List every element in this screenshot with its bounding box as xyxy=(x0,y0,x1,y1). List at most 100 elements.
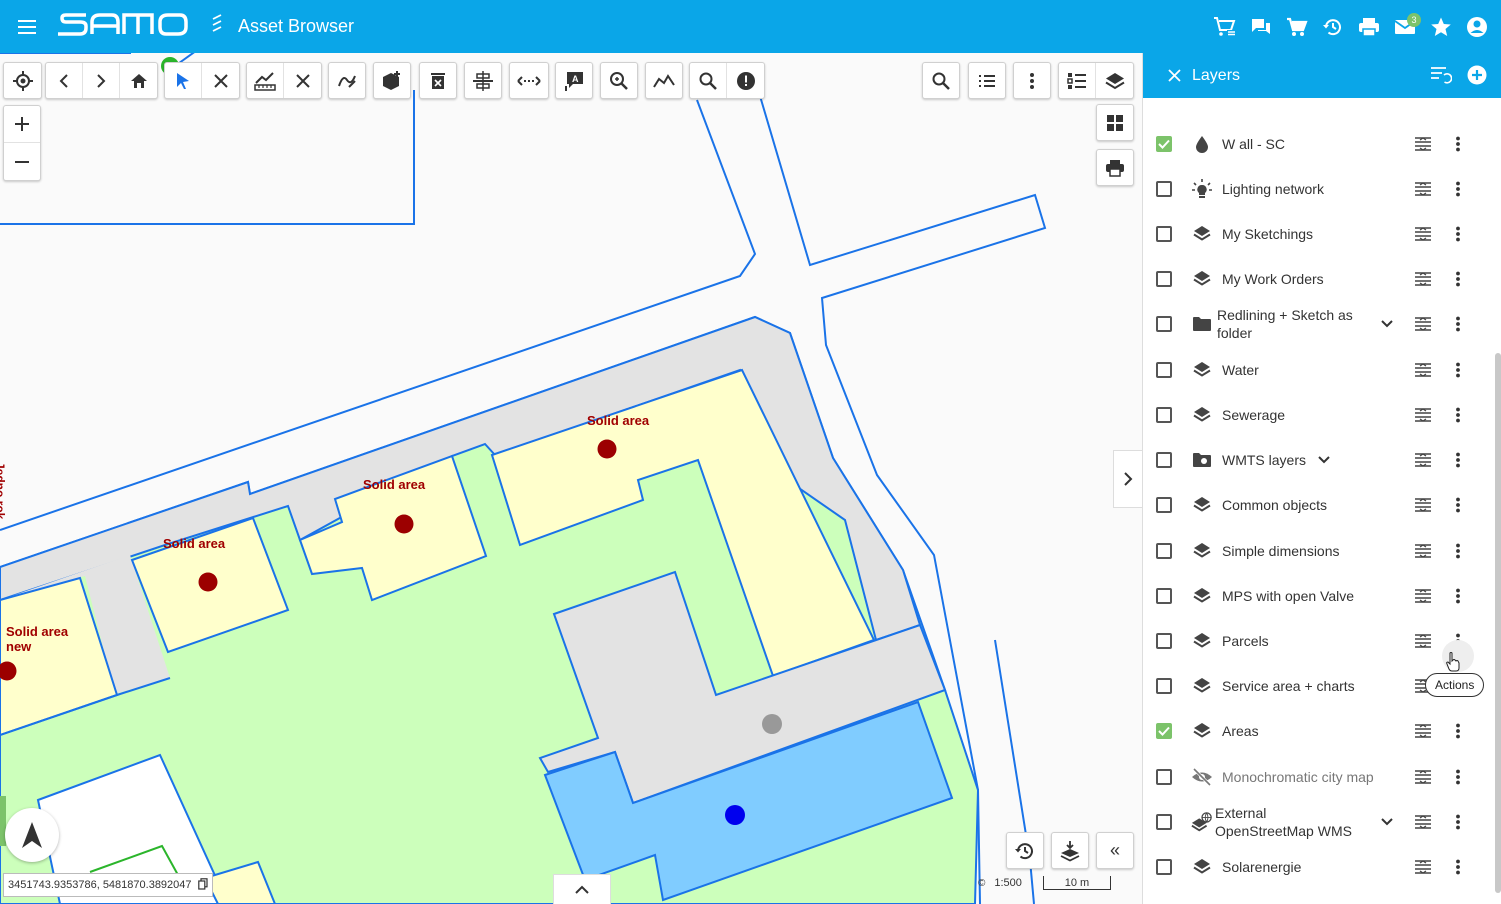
layer-row[interactable]: Lighting network xyxy=(1143,166,1495,211)
print-icon[interactable] xyxy=(1351,9,1387,45)
expand-panel-arrow[interactable] xyxy=(1113,450,1142,508)
layer-row[interactable]: WFS folder xyxy=(1143,889,1495,904)
layer-row[interactable]: My Work Orders xyxy=(1143,256,1495,301)
home-icon[interactable] xyxy=(120,63,157,98)
label-icon[interactable]: A xyxy=(555,62,593,99)
layer-row[interactable]: Sewerage xyxy=(1143,392,1495,437)
layer-row[interactable]: Redlining + Sketch as folder xyxy=(1143,301,1495,346)
opacity-slider-icon[interactable] xyxy=(1413,134,1433,154)
chevron-down-icon[interactable] xyxy=(1316,452,1332,468)
layer-visibility-checkbox[interactable] xyxy=(1156,496,1172,513)
layer-row[interactable]: Simple dimensions xyxy=(1143,528,1495,573)
layer-actions-icon[interactable] xyxy=(1448,179,1468,199)
layer-actions-icon[interactable] xyxy=(1448,224,1468,244)
opacity-slider-icon[interactable] xyxy=(1413,360,1433,380)
layer-row[interactable]: WMTS layers xyxy=(1143,437,1495,482)
zoom-in-icon[interactable] xyxy=(4,106,40,143)
dashboard-icon[interactable] xyxy=(1096,104,1134,141)
layer-actions-icon[interactable] xyxy=(1448,450,1468,470)
layer-actions-icon[interactable] xyxy=(1448,541,1468,561)
list-icon[interactable] xyxy=(968,62,1006,99)
zoom-out-icon[interactable] xyxy=(4,143,40,180)
layer-actions-icon[interactable] xyxy=(1448,586,1468,606)
opacity-slider-icon[interactable] xyxy=(1413,450,1433,470)
mail-icon[interactable]: 3 xyxy=(1387,9,1423,45)
compass-icon[interactable] xyxy=(5,808,59,862)
layer-visibility-checkbox[interactable] xyxy=(1156,813,1172,830)
delete-icon[interactable] xyxy=(419,62,457,99)
opacity-slider-icon[interactable] xyxy=(1413,812,1433,832)
history-icon[interactable] xyxy=(1315,9,1351,45)
cart-list-icon[interactable] xyxy=(1207,9,1243,45)
layer-row[interactable]: Monochromatic city map xyxy=(1143,754,1495,799)
back-icon[interactable] xyxy=(46,63,83,98)
add-object-icon[interactable] xyxy=(373,62,411,99)
opacity-slider-icon[interactable] xyxy=(1413,314,1433,334)
opacity-slider-icon[interactable] xyxy=(1413,541,1433,561)
clear-measure-icon[interactable] xyxy=(284,63,321,98)
forward-icon[interactable] xyxy=(83,63,120,98)
layer-actions-icon[interactable] xyxy=(1448,405,1468,425)
layer-row[interactable]: W all - SC xyxy=(1143,121,1495,166)
measure-icon[interactable] xyxy=(247,63,284,98)
layer-actions-icon[interactable] xyxy=(1448,134,1468,154)
opacity-slider-icon[interactable] xyxy=(1413,224,1433,244)
info-alert-icon[interactable] xyxy=(727,63,764,98)
chat-icon[interactable] xyxy=(1243,9,1279,45)
add-layer-icon[interactable] xyxy=(1467,65,1487,90)
layer-visibility-checkbox[interactable] xyxy=(1156,677,1172,694)
layer-actions-icon[interactable] xyxy=(1448,360,1468,380)
sketch-icon[interactable] xyxy=(328,62,366,99)
layer-row[interactable]: Water xyxy=(1143,347,1495,392)
map-history-icon[interactable] xyxy=(1006,832,1044,869)
map-canvas[interactable]: Jedno rok Solid area Solid area Solid ar… xyxy=(0,53,1142,904)
layer-stack-icon[interactable] xyxy=(1051,832,1089,869)
select-arrow-icon[interactable] xyxy=(165,63,202,98)
collapse-icon[interactable]: « xyxy=(1096,832,1134,869)
opacity-slider-icon[interactable] xyxy=(1413,179,1433,199)
opacity-slider-icon[interactable] xyxy=(1413,631,1433,651)
layers-toggle-icon[interactable] xyxy=(1096,63,1133,98)
bottom-drawer-toggle[interactable] xyxy=(553,874,611,904)
attribution-icon[interactable]: © xyxy=(978,878,985,889)
account-icon[interactable] xyxy=(1459,9,1495,45)
layer-actions-icon[interactable] xyxy=(1448,721,1468,741)
profile-icon[interactable] xyxy=(645,62,683,99)
map-print-icon[interactable] xyxy=(1096,149,1134,186)
opacity-slider-icon[interactable] xyxy=(1413,767,1433,787)
layer-visibility-checkbox[interactable] xyxy=(1156,722,1172,739)
layer-visibility-checkbox[interactable] xyxy=(1156,135,1172,152)
layer-actions-icon[interactable] xyxy=(1448,269,1468,289)
layer-actions-icon[interactable] xyxy=(1448,812,1468,832)
search-icon[interactable] xyxy=(690,63,727,98)
opacity-slider-icon[interactable] xyxy=(1413,495,1433,515)
star-icon[interactable] xyxy=(1423,9,1459,45)
legend-icon[interactable] xyxy=(1059,63,1096,98)
chevron-down-icon[interactable] xyxy=(1379,316,1395,332)
layer-row[interactable]: Areas xyxy=(1143,708,1495,753)
layer-visibility-checkbox[interactable] xyxy=(1156,361,1172,378)
cart-icon[interactable] xyxy=(1279,9,1315,45)
opacity-slider-icon[interactable] xyxy=(1413,586,1433,606)
split-icon[interactable] xyxy=(464,62,502,99)
layer-actions-icon[interactable] xyxy=(1448,314,1468,334)
filter-layers-icon[interactable] xyxy=(1430,66,1453,89)
layer-visibility-checkbox[interactable] xyxy=(1156,180,1172,197)
layer-visibility-checkbox[interactable] xyxy=(1156,632,1172,649)
layer-visibility-checkbox[interactable] xyxy=(1156,406,1172,423)
clear-selection-icon[interactable] xyxy=(202,63,239,98)
map-search-icon[interactable] xyxy=(922,62,960,99)
layer-visibility-checkbox[interactable] xyxy=(1156,451,1172,468)
layer-row[interactable]: External OpenStreetMap WMS xyxy=(1143,799,1495,844)
close-icon[interactable] xyxy=(1166,68,1182,84)
layer-actions-icon[interactable] xyxy=(1448,857,1468,877)
layer-visibility-checkbox[interactable] xyxy=(1156,768,1172,785)
opacity-slider-icon[interactable] xyxy=(1413,269,1433,289)
chevron-down-icon[interactable] xyxy=(1379,814,1395,830)
opacity-slider-icon[interactable] xyxy=(1413,405,1433,425)
copy-icon[interactable] xyxy=(197,877,208,893)
layer-visibility-checkbox[interactable] xyxy=(1156,587,1172,604)
layer-visibility-checkbox[interactable] xyxy=(1156,858,1172,875)
opacity-slider-icon[interactable] xyxy=(1413,857,1433,877)
layer-row[interactable]: Common objects xyxy=(1143,482,1495,527)
